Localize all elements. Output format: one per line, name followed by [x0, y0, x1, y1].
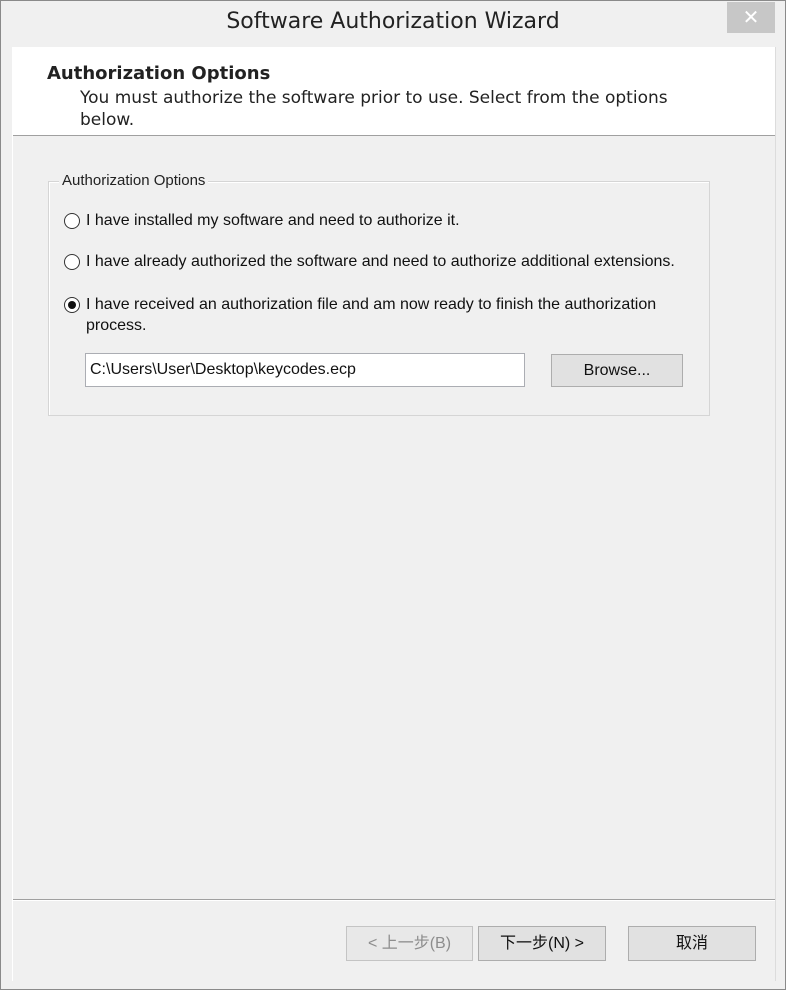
- next-button[interactable]: 下一步(N) >: [478, 926, 606, 961]
- footer-divider: [13, 899, 775, 901]
- close-button[interactable]: ✕: [727, 2, 775, 33]
- authorization-file-path-input[interactable]: [85, 353, 525, 387]
- option-label: I have installed my software and need to…: [86, 212, 460, 229]
- group-legend: Authorization Options: [59, 172, 209, 189]
- option-finish-authorization[interactable]: I have received an authorization file an…: [64, 294, 664, 336]
- option-additional-extensions[interactable]: I have already authorized the software a…: [64, 251, 675, 272]
- radio-button[interactable]: [64, 254, 80, 270]
- wizard-content: Authorization Options You must authorize…: [12, 47, 776, 981]
- authorization-options-group: Authorization Options I have installed m…: [48, 172, 710, 416]
- window-title: Software Authorization Wizard: [226, 9, 560, 34]
- title-bar: Software Authorization Wizard ✕: [1, 1, 785, 47]
- option-label: I have received an authorization file an…: [86, 296, 657, 334]
- option-install-authorize[interactable]: I have installed my software and need to…: [64, 210, 460, 231]
- back-button[interactable]: < 上一步(B): [346, 926, 473, 961]
- wizard-window: Software Authorization Wizard ✕ Authoriz…: [0, 0, 786, 990]
- page-title: Authorization Options: [47, 63, 271, 84]
- browse-button[interactable]: Browse...: [551, 354, 683, 387]
- page-description: You must authorize the software prior to…: [80, 88, 668, 130]
- wizard-header: Authorization Options You must authorize…: [13, 47, 775, 136]
- radio-button-selected[interactable]: [64, 297, 80, 313]
- radio-button[interactable]: [64, 213, 80, 229]
- close-icon: ✕: [742, 5, 760, 29]
- option-label: I have already authorized the software a…: [86, 253, 675, 270]
- cancel-button[interactable]: 取消: [628, 926, 756, 961]
